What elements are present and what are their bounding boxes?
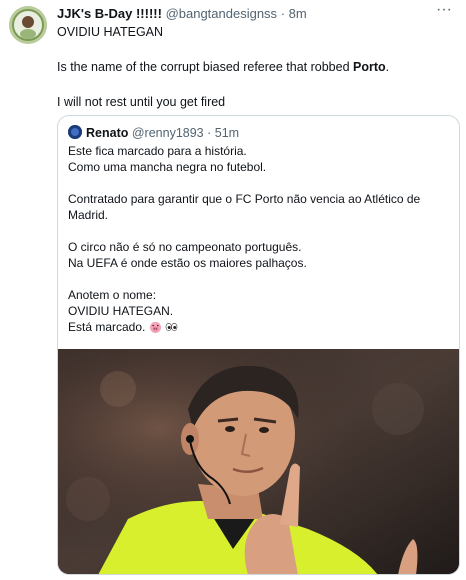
tweet-line-referee-name: OVIDIU HATEGAN	[57, 25, 164, 39]
quoted-paragraph: Este fica marcado para a história. Como …	[68, 143, 448, 175]
separator-dot: ·	[280, 6, 286, 21]
quoted-line: Madrid.	[68, 208, 109, 222]
pig-face-emoji-icon	[149, 321, 161, 333]
quoted-line: OVIDIU HATEGAN.	[68, 304, 174, 318]
quoted-line: O circo não é só no campeonato português…	[68, 240, 302, 254]
quoted-line: Anotem o nome:	[68, 288, 157, 302]
quoted-author-name[interactable]: Renato	[86, 126, 128, 140]
quoted-tweet-header: Renato @renny1893 · 51m	[68, 125, 239, 141]
quoted-paragraph: Contratado para garantir que o FC Porto …	[68, 191, 448, 223]
quoted-line-with-emoji: Está marcado.	[68, 319, 448, 335]
avatar-illustration-icon	[9, 6, 47, 44]
quoted-tweet-text: Este fica marcado para a história. Como …	[68, 143, 448, 335]
attached-photo-referee[interactable]	[58, 349, 459, 574]
author-handle[interactable]: @bangtandesignss	[166, 6, 278, 21]
quoted-author-avatar[interactable]	[68, 125, 82, 139]
quoted-line: Contratado para garantir que o FC Porto …	[68, 192, 421, 206]
quoted-tweet-card[interactable]: Renato @renny1893 · 51m Este fica marcad…	[57, 115, 460, 575]
quoted-line: Na UEFA é onde estão os maiores palhaços…	[68, 256, 307, 270]
more-options-icon[interactable]: ···	[432, 2, 456, 20]
quoted-paragraph: O circo não é só no campeonato português…	[68, 239, 448, 271]
quoted-author-handle[interactable]: @renny1893	[132, 126, 204, 140]
author-avatar[interactable]	[9, 6, 47, 44]
tweet-line-vow: I will not rest until you get fired	[57, 95, 226, 109]
quoted-line: Como uma mancha negra no futebol.	[68, 160, 267, 174]
referee-photo-illustration	[58, 349, 459, 574]
quoted-avatar-icon	[68, 125, 82, 139]
quoted-line: Este fica marcado para a história.	[68, 144, 247, 158]
tweet-text: OVIDIU HATEGAN Is the name of the corrup…	[57, 24, 452, 110]
author-name[interactable]: JJK's B-Day !!!!!!	[57, 6, 162, 21]
tweet-timestamp[interactable]: 8m	[289, 6, 307, 21]
tweet-line-accusation: Is the name of the corrupt biased refere…	[57, 60, 390, 74]
porto-bold: Porto	[353, 60, 386, 74]
quoted-tweet-timestamp[interactable]: 51m	[215, 126, 239, 140]
eyes-emoji-icon	[165, 323, 178, 331]
quoted-paragraph: Anotem o nome: OVIDIU HATEGAN. Está marc…	[68, 287, 448, 335]
tweet-header: JJK's B-Day !!!!!! @bangtandesignss · 8m	[57, 6, 426, 22]
separator-dot: ·	[207, 126, 212, 140]
